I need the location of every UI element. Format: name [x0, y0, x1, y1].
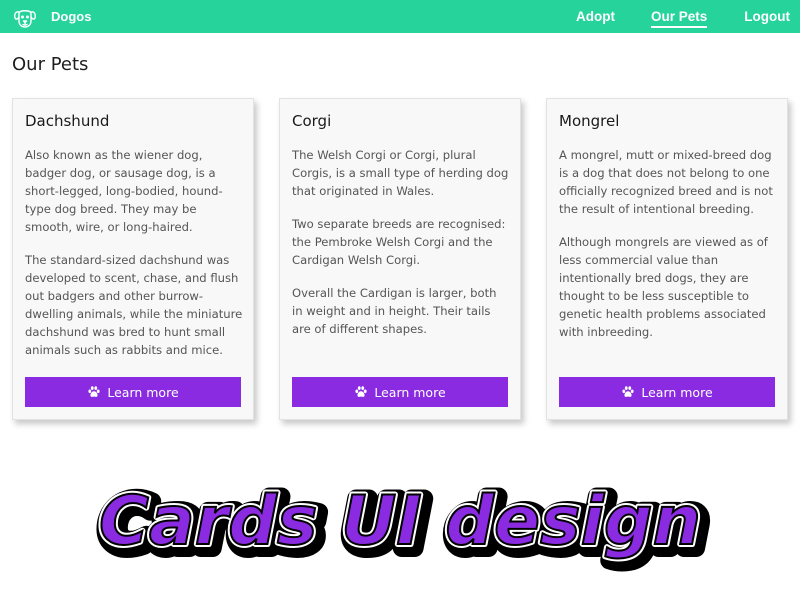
nav-links: Adopt Our Pets Logout — [576, 0, 790, 33]
card-paragraph: A mongrel, mutt or mixed-breed dog is a … — [559, 148, 773, 216]
card-paragraph: The standard-sized dachshund was develop… — [25, 253, 243, 357]
card-paragraph: Also known as the wiener dog, badger dog… — [25, 148, 223, 234]
card-body: Also known as the wiener dog, badger dog… — [25, 146, 243, 374]
nav-link-adopt[interactable]: Adopt — [576, 0, 615, 33]
card-paragraph: The Welsh Corgi or Corgi, plural Corgis,… — [292, 148, 509, 198]
button-label: Learn more — [374, 384, 446, 400]
card-title: Dachshund — [25, 112, 110, 130]
card-paragraph: Overall the Cardigan is larger, both in … — [292, 286, 497, 336]
nav-link-logout[interactable]: Logout — [744, 0, 790, 33]
card-title: Corgi — [292, 112, 332, 130]
brand[interactable]: Dogos — [12, 4, 91, 30]
top-navbar: Dogos Adopt Our Pets Logout — [0, 0, 800, 33]
card-paragraph: Two separate breeds are recognised: the … — [292, 217, 506, 267]
paw-icon — [622, 386, 634, 397]
paw-icon — [88, 386, 100, 397]
banner-text: Cards UI design — [99, 482, 701, 561]
cards-ui-design-banner: Cards UI design Cards UI design Cards UI… — [94, 477, 714, 574]
card-title: Mongrel — [559, 112, 620, 130]
button-label: Learn more — [107, 384, 179, 400]
learn-more-button[interactable]: Learn more — [559, 377, 775, 407]
pet-card-mongrel: Mongrel A mongrel, mutt or mixed-breed d… — [546, 98, 788, 420]
learn-more-button[interactable]: Learn more — [25, 377, 241, 407]
nav-link-our-pets[interactable]: Our Pets — [650, 0, 708, 33]
card-body: The Welsh Corgi or Corgi, plural Corgis,… — [292, 146, 510, 353]
learn-more-button[interactable]: Learn more — [292, 377, 508, 407]
pet-card-corgi: Corgi The Welsh Corgi or Corgi, plural C… — [279, 98, 521, 420]
card-paragraph: Although mongrels are viewed as of less … — [559, 235, 768, 339]
brand-name: Dogos — [51, 9, 92, 24]
card-body: A mongrel, mutt or mixed-breed dog is a … — [559, 146, 777, 356]
button-label: Learn more — [641, 384, 713, 400]
dog-face-icon — [12, 4, 38, 30]
pet-card-dachshund: Dachshund Also known as the wiener dog, … — [12, 98, 254, 420]
page-title: Our Pets — [12, 54, 89, 75]
paw-icon — [355, 386, 367, 397]
